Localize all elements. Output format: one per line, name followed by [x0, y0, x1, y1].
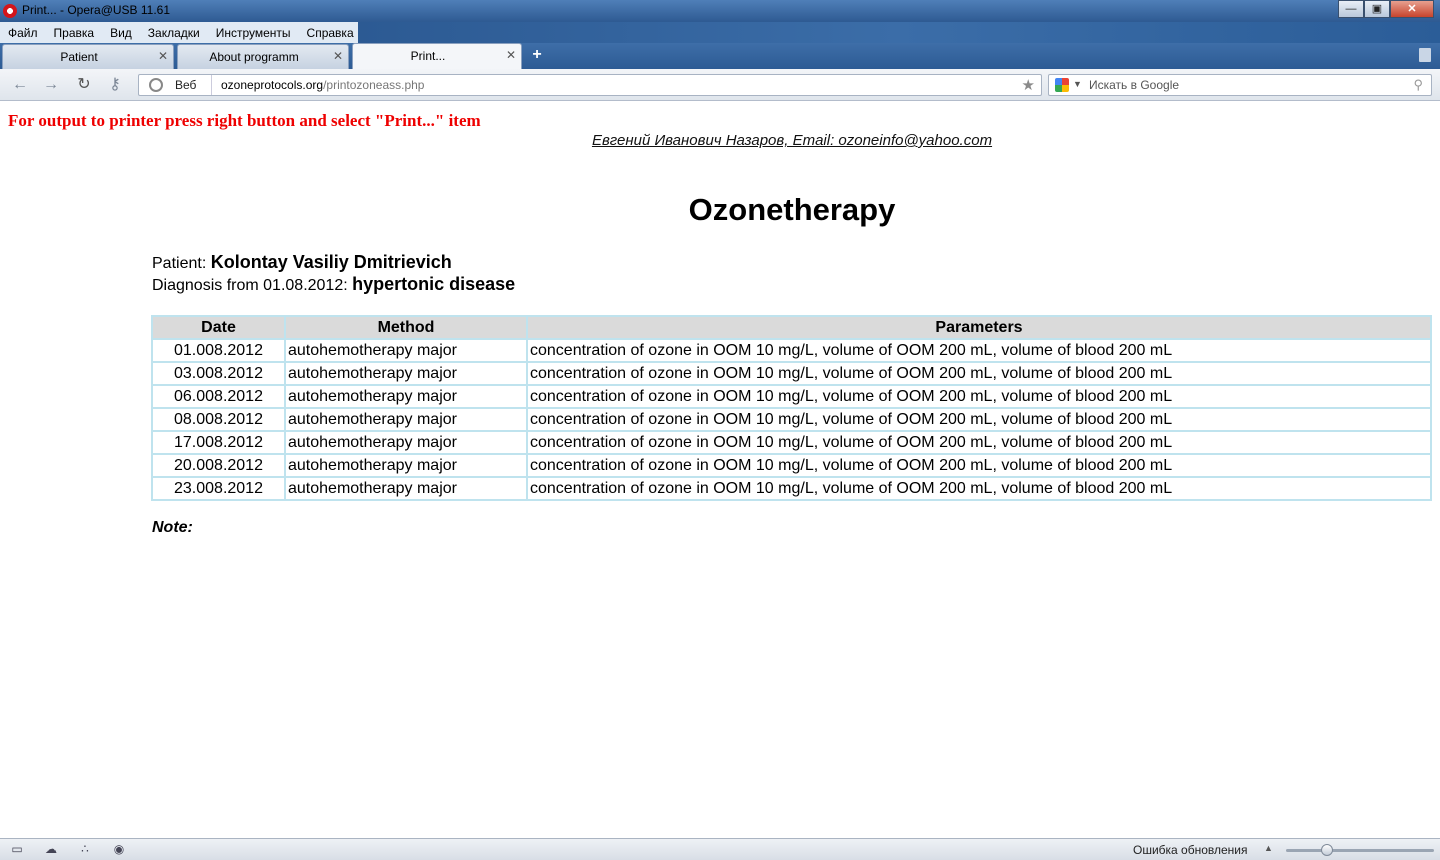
cell-date: 08.008.2012: [151, 407, 286, 432]
url-host: ozoneprotocols.org: [221, 78, 324, 92]
forward-icon[interactable]: →: [42, 77, 60, 93]
menu-tools[interactable]: Инструменты: [216, 26, 291, 40]
column-header-date: Date: [151, 315, 286, 340]
diagnosis-value: hypertonic disease: [352, 274, 516, 294]
diagnosis-line: Diagnosis from 01.08.2012: hypertonic di…: [152, 274, 515, 295]
table-row: 01.008.2012 autohemotherapy major concen…: [151, 338, 1432, 363]
patient-line: Patient: Kolontay Vasiliy Dmitrievich: [152, 252, 452, 273]
menu-file[interactable]: Файл: [8, 26, 38, 40]
note-label: Note:: [152, 519, 193, 536]
tab-patient[interactable]: Patient ✕: [2, 44, 174, 69]
divider: [211, 75, 212, 95]
table-row: 08.008.2012 autohemotherapy major concen…: [151, 407, 1432, 432]
panel-toggle-icon[interactable]: ▭: [10, 843, 24, 855]
menu-help[interactable]: Справка: [307, 26, 354, 40]
trash-icon[interactable]: [1419, 48, 1431, 62]
tab-print[interactable]: Print... ✕: [352, 43, 522, 69]
url-text[interactable]: ozoneprotocols.org/printozoneass.php: [221, 78, 424, 92]
column-header-parameters: Parameters: [526, 315, 1432, 340]
menu-edit[interactable]: Правка: [54, 26, 95, 40]
window-controls: — ▣ ✕: [1338, 0, 1434, 18]
author-link[interactable]: Евгений Иванович Назаров, Email: ozonein…: [0, 132, 1440, 149]
address-field[interactable]: Веб ozoneprotocols.org/printozoneass.php…: [138, 74, 1042, 96]
bookmark-star-icon[interactable]: ★: [1022, 76, 1035, 94]
cell-parameters: concentration of ozone in OOM 10 mg/L, v…: [526, 384, 1432, 409]
table-row: 03.008.2012 autohemotherapy major concen…: [151, 361, 1432, 386]
cell-method: autohemotherapy major: [284, 361, 528, 386]
back-icon[interactable]: ←: [11, 77, 29, 93]
cell-method: autohemotherapy major: [284, 430, 528, 455]
column-header-method: Method: [284, 315, 528, 340]
patient-label: Patient:: [152, 255, 211, 272]
google-icon[interactable]: [1055, 78, 1069, 92]
cell-method: autohemotherapy major: [284, 338, 528, 363]
desktop-background: [358, 22, 1440, 43]
close-tab-icon[interactable]: ✕: [506, 48, 516, 62]
cell-date: 03.008.2012: [151, 361, 286, 386]
procedures-table: Date Method Parameters 01.008.2012 autoh…: [151, 315, 1432, 501]
menu-view[interactable]: Вид: [110, 26, 132, 40]
cell-parameters: concentration of ozone in OOM 10 mg/L, v…: [526, 361, 1432, 386]
tab-label: Print...: [410, 49, 446, 63]
tab-label: Patient: [60, 50, 98, 64]
close-tab-icon[interactable]: ✕: [333, 49, 343, 63]
tab-bar: Patient ✕ About programm ✕ Print... ✕ +: [0, 43, 1440, 69]
page-content: For output to printer press right button…: [0, 102, 1440, 838]
share-icon[interactable]: ∴: [78, 843, 92, 855]
chevron-down-icon[interactable]: ▼: [1073, 79, 1082, 89]
new-tab-button[interactable]: +: [529, 47, 545, 63]
menu-bar: Файл Правка Вид Закладки Инструменты Спр…: [0, 22, 358, 43]
cell-date: 01.008.2012: [151, 338, 286, 363]
update-status-text: Ошибка обновления: [1133, 843, 1248, 857]
cell-parameters: concentration of ozone in OOM 10 mg/L, v…: [526, 453, 1432, 478]
key-icon[interactable]: ⚷: [106, 77, 124, 93]
zoom-slider-handle[interactable]: [1321, 844, 1334, 856]
status-bar: ▭ ☁ ∴ ◉ Ошибка обновления ▲: [0, 838, 1440, 860]
cell-date: 17.008.2012: [151, 430, 286, 455]
table-row: 20.008.2012 autohemotherapy major concen…: [151, 453, 1432, 478]
table-row: 06.008.2012 autohemotherapy major concen…: [151, 384, 1432, 409]
address-toolbar: ← → ↻ ⚷ Веб ozoneprotocols.org/printozon…: [0, 69, 1440, 101]
close-tab-icon[interactable]: ✕: [158, 49, 168, 63]
maximize-button[interactable]: ▣: [1364, 0, 1390, 18]
url-path: /printozoneass.php: [323, 78, 425, 92]
table-row: 17.008.2012 autohemotherapy major concen…: [151, 430, 1432, 455]
table-row: 23.008.2012 autohemotherapy major concen…: [151, 476, 1432, 501]
menu-bookmarks[interactable]: Закладки: [148, 26, 200, 40]
cell-parameters: concentration of ozone in OOM 10 mg/L, v…: [526, 430, 1432, 455]
speed-dial-icon[interactable]: ◉: [112, 843, 126, 855]
cell-method: autohemotherapy major: [284, 384, 528, 409]
cell-method: autohemotherapy major: [284, 476, 528, 501]
cell-parameters: concentration of ozone in OOM 10 mg/L, v…: [526, 407, 1432, 432]
close-window-button[interactable]: ✕: [1390, 0, 1434, 18]
diagnosis-label: Diagnosis from 01.08.2012:: [152, 277, 353, 294]
tab-label: About programm: [209, 50, 299, 64]
cell-parameters: concentration of ozone in OOM 10 mg/L, v…: [526, 338, 1432, 363]
reload-icon[interactable]: ↻: [75, 77, 93, 93]
zoom-slider[interactable]: [1286, 844, 1434, 856]
patient-name: Kolontay Vasiliy Dmitrievich: [210, 252, 452, 272]
search-field[interactable]: ▼ Искать в Google ⚲: [1048, 74, 1432, 96]
cell-method: autohemotherapy major: [284, 407, 528, 432]
cell-date: 06.008.2012: [151, 384, 286, 409]
cloud-icon[interactable]: ☁: [44, 843, 58, 855]
cell-date: 20.008.2012: [151, 453, 286, 478]
search-placeholder: Искать в Google: [1089, 78, 1180, 92]
window-title: Print... - Opera@USB 11.61: [22, 3, 171, 17]
search-icon[interactable]: ⚲: [1413, 77, 1423, 93]
cell-method: autohemotherapy major: [284, 453, 528, 478]
print-hint: For output to printer press right button…: [8, 111, 481, 130]
opera-logo-icon: [3, 4, 17, 18]
page-title: Ozonetherapy: [688, 192, 896, 227]
table-header-row: Date Method Parameters: [151, 315, 1432, 340]
tab-about-programm[interactable]: About programm ✕: [177, 44, 349, 69]
minimize-button[interactable]: —: [1338, 0, 1364, 18]
web-badge[interactable]: Веб: [175, 78, 196, 92]
globe-icon: [149, 78, 163, 92]
cell-parameters: concentration of ozone in OOM 10 mg/L, v…: [526, 476, 1432, 501]
chevron-up-icon[interactable]: ▲: [1264, 843, 1273, 853]
cell-date: 23.008.2012: [151, 476, 286, 501]
title-bar: Print... - Opera@USB 11.61 — ▣ ✕: [0, 0, 1440, 22]
